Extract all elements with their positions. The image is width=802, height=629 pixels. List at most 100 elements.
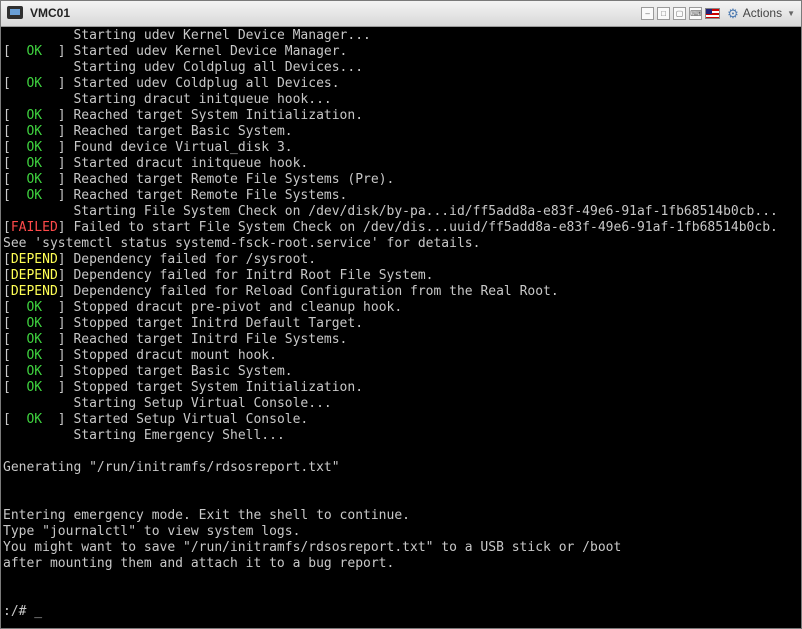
status-word: OK [26,348,43,363]
status-word: OK [26,140,43,155]
console-line: [ OK ] Stopped target System Initializat… [3,380,363,396]
status-badge: [ OK ] [3,316,74,331]
console-line: Starting udev Kernel Device Manager... [3,28,370,44]
status-badge: [ OK ] [3,332,74,347]
console-line: [ OK ] Started udev Kernel Device Manage… [3,44,347,60]
console-line: [ OK ] Stopped target Basic System. [3,364,293,380]
console-line: [DEPEND] Dependency failed for /sysroot. [3,252,316,268]
status-badge: [ OK ] [3,188,74,203]
console-text: Dependency failed for Initrd Root File S… [73,268,434,283]
console-text: after mounting them and attach it to a b… [3,556,395,571]
console-text: Dependency failed for /sysroot. [73,252,317,267]
console-text: Starting File System Check on /dev/disk/… [73,204,778,219]
console-line: [ OK ] Started dracut initqueue hook. [3,156,308,172]
console-line: after mounting them and attach it to a b… [3,556,394,572]
console-text: :/# _ [3,604,43,619]
status-badge: [ OK ] [3,44,74,59]
console-text: Starting udev Coldplug all Devices... [73,60,364,75]
console-text: Stopped target Initrd Default Target. [73,316,364,331]
status-word: OK [26,316,43,331]
chevron-down-icon[interactable]: ▼ [787,5,795,22]
status-badge: [ OK ] [3,108,74,123]
status-badge: [DEPEND] [3,268,74,283]
console-text: Starting dracut initqueue hook... [73,92,332,107]
console-line: [ OK ] Reached target Initrd File System… [3,332,347,348]
console-line: Starting dracut initqueue hook... [3,92,332,108]
console-line: [ OK ] Reached target Remote File System… [3,188,347,204]
status-word: OK [26,332,43,347]
console-text: Entering emergency mode. Exit the shell … [3,508,410,523]
status-word: DEPEND [10,284,58,299]
status-word: OK [26,300,43,315]
console-text: Started dracut initqueue hook. [73,156,309,171]
gear-icon[interactable]: ⚙ [727,5,739,22]
console-text: Found device Virtual_disk 3. [73,140,293,155]
console-text: Starting Emergency Shell... [73,428,285,443]
status-word: OK [26,412,43,427]
console-line: You might want to save "/run/initramfs/r… [3,540,621,556]
console-text: Reached target Basic System. [73,124,293,139]
status-word: OK [26,172,43,187]
window-title: VMC01 [30,6,71,20]
fullscreen-button[interactable]: ▢ [673,7,687,20]
console-line: [ OK ] Reached target Basic System. [3,124,293,140]
console-line: See 'systemctl status systemd-fsck-root.… [3,236,480,252]
us-flag-icon[interactable] [705,8,721,19]
console-line: :/# _ [3,604,42,620]
terminal-console[interactable]: Starting udev Kernel Device Manager...[ … [2,28,800,626]
minimize-button[interactable]: – [641,7,655,20]
console-text: Stopped dracut mount hook. [73,348,277,363]
console-line: Starting Setup Virtual Console... [3,396,331,412]
console-text: Stopped target System Initialization. [73,380,364,395]
vm-console-window: VMC01 – □ ▢ ⌨ ⚙ Actions ▼ Starting udev … [0,0,802,629]
vm-monitor-icon [7,6,23,19]
status-badge: [ OK ] [3,300,74,315]
status-badge: [ OK ] [3,412,74,427]
status-word: OK [26,108,43,123]
console-text: Started udev Coldplug all Devices. [73,76,340,91]
status-word: OK [26,156,43,171]
console-text: Reached target Initrd File Systems. [73,332,348,347]
console-text: Reached target Remote File Systems (Pre)… [73,172,395,187]
actions-menu-label[interactable]: Actions [743,5,782,22]
status-word: OK [26,76,43,91]
console-text: Reached target System Initialization. [73,108,364,123]
restore-button[interactable]: □ [657,7,671,20]
status-badge: [ OK ] [3,380,74,395]
console-line: [ OK ] Stopped target Initrd Default Tar… [3,316,363,332]
status-badge: [DEPEND] [3,284,74,299]
status-word: FAILED [10,220,58,235]
status-badge: [ OK ] [3,124,74,139]
console-line: Generating "/run/initramfs/rdsosreport.t… [3,460,340,476]
status-badge: [FAILED] [3,220,74,235]
status-word: DEPEND [10,268,58,283]
status-badge: [ OK ] [3,348,74,363]
console-line: Type "journalctl" to view system logs. [3,524,300,540]
console-line: [ OK ] Stopped dracut pre-pivot and clea… [3,300,402,316]
status-word: DEPEND [10,252,58,267]
console-line: [ OK ] Started Setup Virtual Console. [3,412,308,428]
console-text: Started Setup Virtual Console. [73,412,309,427]
console-text: Stopped target Basic System. [73,364,293,379]
status-badge: [ OK ] [3,172,74,187]
status-badge: [ OK ] [3,156,74,171]
status-word: OK [26,44,43,59]
status-badge: [ OK ] [3,76,74,91]
console-text: See 'systemctl status systemd-fsck-root.… [3,236,481,251]
console-line: Starting Emergency Shell... [3,428,285,444]
console-text: Generating "/run/initramfs/rdsosreport.t… [3,460,340,475]
console-text: Dependency failed for Reload Configurati… [73,284,559,299]
console-line: Starting File System Check on /dev/disk/… [3,204,778,220]
console-line: [FAILED] Failed to start File System Che… [3,220,778,236]
console-line: Entering emergency mode. Exit the shell … [3,508,410,524]
console-line: [ OK ] Reached target Remote File System… [3,172,394,188]
console-line: [ OK ] Found device Virtual_disk 3. [3,140,293,156]
console-line: Starting udev Coldplug all Devices... [3,60,363,76]
status-badge: [ OK ] [3,364,74,379]
keyboard-button[interactable]: ⌨ [689,7,703,20]
title-bar[interactable]: VMC01 – □ ▢ ⌨ ⚙ Actions ▼ [1,1,801,27]
console-line: [DEPEND] Dependency failed for Reload Co… [3,284,559,300]
title-bar-controls: – □ ▢ ⌨ ⚙ Actions ▼ [641,5,795,22]
console-text: Started udev Kernel Device Manager. [73,44,348,59]
console-line: [ OK ] Stopped dracut mount hook. [3,348,277,364]
